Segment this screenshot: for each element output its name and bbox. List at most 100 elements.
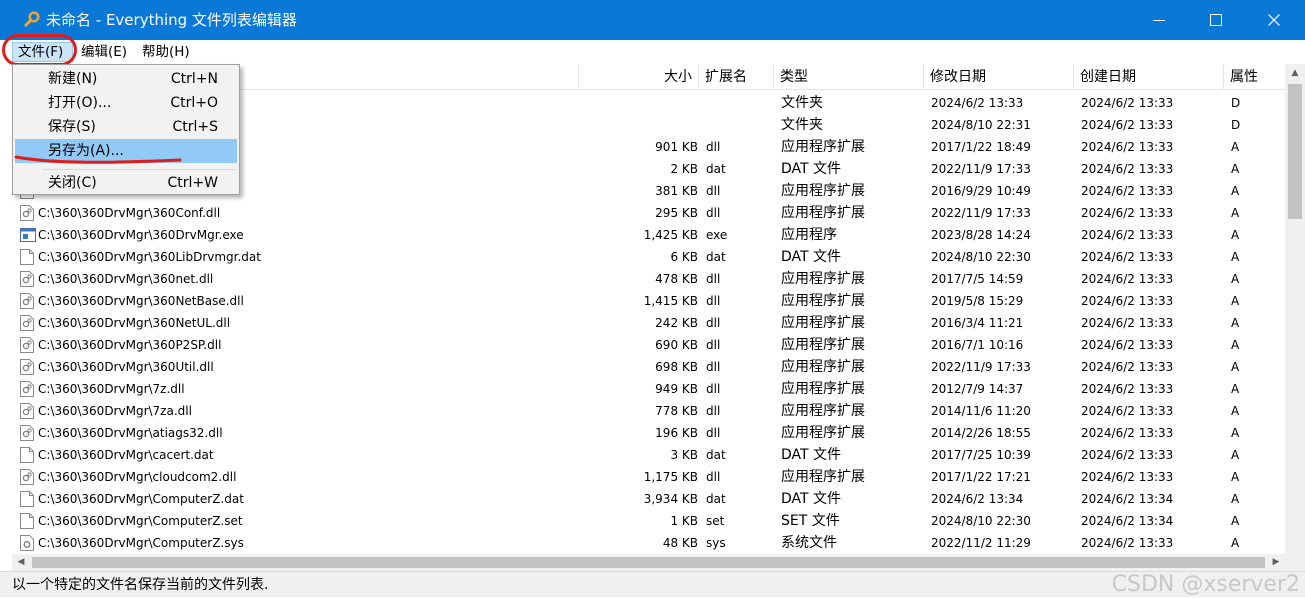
table-row[interactable]: C:\360\360DrvMgr\360NetUL.dll 242 KB dll 应用… bbox=[12, 312, 1285, 334]
table-row[interactable]: C:\360\360DrvMgr\ComputerZ.dat 3,934 KB da… bbox=[12, 488, 1285, 510]
dll-file-icon bbox=[20, 359, 34, 375]
table-row[interactable]: C:\360\360DrvMgr\7za.dll 778 KB dll 应用程序扩展 2… bbox=[12, 400, 1285, 422]
attributes-cell: A bbox=[1231, 316, 1240, 330]
column-header-size[interactable]: 大小 bbox=[579, 64, 699, 90]
minimize-icon bbox=[1153, 20, 1165, 21]
table-row[interactable]: C:\360\360DrvMgr\360LibDrvmgr.dat 6 KB dat… bbox=[12, 246, 1285, 268]
table-row[interactable]: C:\360\360DrvMgr\ComputerZ.set 1 KB set SET… bbox=[12, 510, 1285, 532]
table-row[interactable]: C:\360\360DrvMgr\360DrvMgr.exe 1,425 KB ex… bbox=[12, 224, 1285, 246]
attributes-cell: A bbox=[1231, 162, 1240, 176]
created-date-cell: 2024/6/2 13:33 bbox=[1081, 162, 1174, 176]
table-row[interactable]: C:\360\360DrvMgr\atiags32.dll 196 KB dll 应用… bbox=[12, 422, 1285, 444]
file-ext-cell: dll bbox=[706, 272, 721, 286]
blank-file-icon bbox=[20, 491, 34, 507]
modified-date-cell: 2017/1/22 18:49 bbox=[931, 140, 1031, 154]
modified-date-cell: 2022/11/9 17:33 bbox=[931, 206, 1031, 220]
modified-date-cell: 2019/5/8 15:29 bbox=[931, 294, 1024, 308]
dll-file-icon bbox=[20, 381, 34, 397]
attributes-cell: A bbox=[1231, 250, 1240, 264]
vertical-scrollbar[interactable]: ▲ bbox=[1285, 64, 1305, 554]
table-row[interactable]: C:\360\360DrvMgr\360Conf.dll 295 KB dll 应用程… bbox=[12, 202, 1285, 224]
close-button[interactable] bbox=[1246, 0, 1302, 40]
table-row[interactable]: C:\360\360DrvMgr\360P2SP.dll 690 KB dll 应用程… bbox=[12, 334, 1285, 356]
file-name-cell: C:\360\360DrvMgr\360NetUL.dll bbox=[38, 316, 231, 330]
file-size-cell: 3,934 KB bbox=[643, 492, 698, 506]
menu-file[interactable]: 文件(F) bbox=[12, 42, 73, 62]
horizontal-scroll-thumb[interactable] bbox=[32, 557, 1265, 568]
modified-date-cell: 2017/7/5 14:59 bbox=[931, 272, 1024, 286]
file-type-cell: 应用程序扩展 bbox=[781, 293, 865, 309]
scroll-right-arrow-icon[interactable]: ▶ bbox=[1267, 554, 1285, 571]
blank-file-icon bbox=[20, 513, 34, 529]
dll-file-icon bbox=[20, 469, 34, 485]
attributes-cell: A bbox=[1231, 426, 1240, 440]
modified-date-cell: 2023/8/28 14:24 bbox=[931, 228, 1031, 242]
file-size-cell: 381 KB bbox=[655, 184, 698, 198]
table-row[interactable]: C:\360\360DrvMgr\360Util.dll 698 KB dll 应用程… bbox=[12, 356, 1285, 378]
file-size-cell: 196 KB bbox=[655, 426, 698, 440]
exe-file-icon bbox=[20, 227, 36, 243]
table-row[interactable]: C:\360\360DrvMgr\cacert.dat 3 KB dat DAT 文件… bbox=[12, 444, 1285, 466]
file-type-cell: DAT 文件 bbox=[781, 491, 842, 507]
horizontal-scrollbar[interactable]: ◀ ▶ bbox=[12, 554, 1285, 571]
menu-separator bbox=[43, 169, 235, 170]
close-icon bbox=[1268, 14, 1280, 26]
file-type-cell: DAT 文件 bbox=[781, 161, 842, 177]
menu-item-open[interactable]: 打开(O)... Ctrl+O bbox=[15, 91, 237, 115]
column-header-type[interactable]: 类型 bbox=[774, 64, 924, 90]
column-header-ext[interactable]: 扩展名 bbox=[699, 64, 774, 90]
file-type-cell: 应用程序扩展 bbox=[781, 469, 865, 485]
attributes-cell: A bbox=[1231, 294, 1240, 308]
created-date-cell: 2024/6/2 13:33 bbox=[1081, 250, 1174, 264]
modified-date-cell: 2012/7/9 14:37 bbox=[931, 382, 1024, 396]
created-date-cell: 2024/6/2 13:33 bbox=[1081, 470, 1174, 484]
menu-help[interactable]: 帮助(H) bbox=[137, 42, 195, 62]
file-ext-cell: dll bbox=[706, 140, 721, 154]
file-ext-cell: dll bbox=[706, 426, 721, 440]
created-date-cell: 2024/6/2 13:33 bbox=[1081, 382, 1174, 396]
minimize-button[interactable] bbox=[1131, 0, 1187, 40]
created-date-cell: 2024/6/2 13:33 bbox=[1081, 316, 1174, 330]
file-size-cell: 949 KB bbox=[655, 382, 698, 396]
column-header-attr[interactable]: 属性 bbox=[1224, 64, 1285, 90]
scroll-left-arrow-icon[interactable]: ◀ bbox=[12, 554, 30, 571]
column-header-modified[interactable]: 修改日期 bbox=[924, 64, 1074, 90]
file-size-cell: 778 KB bbox=[655, 404, 698, 418]
file-type-cell: 应用程序扩展 bbox=[781, 359, 865, 375]
modified-date-cell: 2024/6/2 13:34 bbox=[931, 492, 1024, 506]
created-date-cell: 2024/6/2 13:33 bbox=[1081, 206, 1174, 220]
created-date-cell: 2024/6/2 13:33 bbox=[1081, 404, 1174, 418]
attributes-cell: A bbox=[1231, 206, 1240, 220]
menu-item-save[interactable]: 保存(S) Ctrl+S bbox=[15, 115, 237, 139]
modified-date-cell: 2022/11/9 17:33 bbox=[931, 162, 1031, 176]
menu-item-label: 保存(S) bbox=[48, 119, 96, 135]
file-size-cell: 242 KB bbox=[655, 316, 698, 330]
created-date-cell: 2024/6/2 13:33 bbox=[1081, 118, 1174, 132]
menu-item-close[interactable]: 关闭(C) Ctrl+W bbox=[15, 171, 237, 195]
file-ext-cell: dat bbox=[706, 250, 726, 264]
created-date-cell: 2024/6/2 13:33 bbox=[1081, 228, 1174, 242]
modified-date-cell: 2017/1/22 17:21 bbox=[931, 470, 1031, 484]
column-header-created[interactable]: 创建日期 bbox=[1074, 64, 1224, 90]
menu-item-label: 打开(O)... bbox=[48, 95, 112, 111]
scroll-corner bbox=[1285, 554, 1305, 571]
maximize-button[interactable] bbox=[1188, 0, 1244, 40]
menu-item-save-as[interactable]: 另存为(A)... bbox=[15, 139, 237, 163]
table-row[interactable]: C:\360\360DrvMgr\7z.dll 949 KB dll 应用程序扩展 20… bbox=[12, 378, 1285, 400]
menu-edit[interactable]: 编辑(E) bbox=[76, 42, 132, 62]
file-name-cell: C:\360\360DrvMgr\ComputerZ.sys bbox=[38, 536, 244, 550]
table-row[interactable]: C:\360\360DrvMgr\ComputerZ.sys 48 KB sys 系统… bbox=[12, 532, 1285, 554]
table-row[interactable]: C:\360\360DrvMgr\cloudcom2.dll 1,175 KB dl… bbox=[12, 466, 1285, 488]
created-date-cell: 2024/6/2 13:33 bbox=[1081, 272, 1174, 286]
scroll-up-arrow-icon[interactable]: ▲ bbox=[1285, 64, 1305, 82]
file-size-cell: 295 KB bbox=[655, 206, 698, 220]
table-row[interactable]: C:\360\360DrvMgr\360net.dll 478 KB dll 应用程序… bbox=[12, 268, 1285, 290]
file-name-cell: C:\360\360DrvMgr\cacert.dat bbox=[38, 448, 214, 462]
maximize-icon bbox=[1210, 14, 1222, 26]
menu-item-new[interactable]: 新建(N) Ctrl+N bbox=[15, 67, 237, 91]
file-type-cell: SET 文件 bbox=[781, 513, 840, 529]
dll-file-icon bbox=[20, 205, 34, 221]
vertical-scroll-thumb[interactable] bbox=[1288, 84, 1302, 219]
table-row[interactable]: C:\360\360DrvMgr\360NetBase.dll 1,415 KB d… bbox=[12, 290, 1285, 312]
modified-date-cell: 2024/8/10 22:30 bbox=[931, 514, 1031, 528]
